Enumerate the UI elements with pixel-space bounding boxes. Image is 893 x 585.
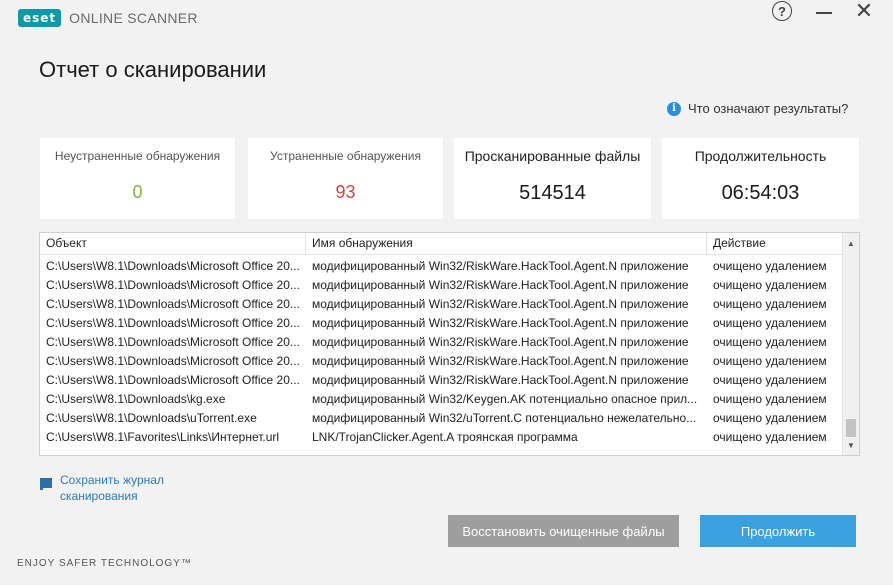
detections-table: Объект Имя обнаружения Действие C:\Users… [39, 232, 860, 456]
cell-object: C:\Users\W8.1\Downloads\Microsoft Office… [46, 335, 300, 349]
stat-value: 514514 [519, 182, 586, 204]
table-row[interactable]: C:\Users\W8.1\Favorites\Links\Интернет.u… [40, 428, 842, 447]
scroll-down-icon[interactable]: ▼ [843, 437, 859, 453]
table-row[interactable]: C:\Users\W8.1\Downloads\Microsoft Office… [40, 333, 842, 352]
info-icon: i [667, 101, 681, 116]
cell-detection: модифицированный Win32/RiskWare.HackTool… [312, 278, 689, 292]
cell-object: C:\Users\W8.1\Downloads\Microsoft Office… [46, 278, 300, 292]
scroll-thumb[interactable] [846, 419, 856, 437]
stat-card-duration: Продолжительность 06:54:03 [662, 138, 859, 219]
cell-detection: модифицированный Win32/Keygen.AK потенци… [312, 392, 698, 406]
table-row[interactable]: C:\Users\W8.1\Downloads\uTorrent.exe моди… [40, 409, 842, 428]
stat-card-resolved: Устраненные обнаружения 93 [248, 138, 443, 219]
table-row[interactable]: C:\Users\W8.1\Downloads\Microsoft Office… [40, 295, 842, 314]
column-header-object[interactable]: Объект [40, 233, 306, 254]
question-circle-icon: ? [772, 1, 792, 21]
footer-tagline: ENJOY SAFER TECHNOLOGY™ [17, 558, 192, 569]
column-header-action[interactable]: Действие [707, 233, 842, 254]
cell-detection: модифицированный Win32/uTorrent.C потенц… [312, 411, 697, 425]
table-row[interactable]: C:\Users\W8.1\Downloads\Microsoft Office… [40, 352, 842, 371]
product-name: ONLINE SCANNER [69, 10, 198, 26]
save-log-icon [40, 478, 52, 494]
restore-cleaned-files-button[interactable]: Восстановить очищенные файлы [448, 515, 679, 547]
cell-action: очищено удалением [713, 354, 827, 368]
stat-label: Продолжительность [694, 148, 827, 164]
cell-object: C:\Users\W8.1\Downloads\Microsoft Office… [46, 297, 300, 311]
cell-detection: модифицированный Win32/RiskWare.HackTool… [312, 297, 689, 311]
cell-object: C:\Users\W8.1\Favorites\Links\Интернет.u… [46, 430, 280, 444]
cell-action: очищено удалением [713, 316, 827, 330]
stat-value: 06:54:03 [721, 182, 800, 204]
logo-badge: eset [18, 9, 62, 27]
cell-object: C:\Users\W8.1\Downloads\Microsoft Office… [46, 373, 300, 387]
cell-object: C:\Users\W8.1\Downloads\Microsoft Office… [46, 354, 300, 368]
minimize-icon [816, 12, 832, 14]
column-header-detection[interactable]: Имя обнаружения [306, 233, 707, 254]
table-row[interactable]: C:\Users\W8.1\Downloads\kg.exe модифициро… [40, 390, 842, 409]
page-title: Отчет о сканировании [39, 57, 267, 82]
eset-logo: eset ONLINE SCANNER [18, 9, 198, 27]
stat-label: Неустраненные обнаружения [54, 149, 221, 163]
cell-action: очищено удалением [713, 335, 827, 349]
cell-action: очищено удалением [713, 297, 827, 311]
help-button[interactable]: ? [768, 0, 796, 22]
table-row[interactable]: C:\Users\W8.1\Downloads\Microsoft Office… [40, 314, 842, 333]
table-header: Объект Имя обнаружения Действие [40, 233, 842, 255]
cell-object: C:\Users\W8.1\Downloads\kg.exe [46, 392, 226, 406]
cell-detection: модифицированный Win32/RiskWare.HackTool… [312, 373, 689, 387]
results-help-link[interactable]: i Что означают результаты? [667, 101, 848, 116]
cell-detection: LNK/TrojanClicker.Agent.A троянская прог… [312, 430, 578, 444]
stat-card-scanned-files: Просканированные файлы 514514 [454, 138, 651, 219]
close-icon: ✕ [854, 0, 874, 23]
stat-label: Устраненные обнаружения [270, 149, 421, 163]
stat-label: Просканированные файлы [464, 148, 641, 164]
cell-object: C:\Users\W8.1\Downloads\uTorrent.exe [46, 411, 257, 425]
cell-action: очищено удалением [713, 392, 827, 406]
cell-action: очищено удалением [713, 259, 827, 273]
stat-value: 0 [132, 182, 143, 202]
cell-action: очищено удалением [713, 278, 827, 292]
continue-button[interactable]: Продолжить [700, 515, 856, 547]
cell-action: очищено удалением [713, 373, 827, 387]
cell-detection: модифицированный Win32/RiskWare.HackTool… [312, 259, 689, 273]
table-scrollbar[interactable]: ▲ ▼ [842, 233, 859, 455]
table-row[interactable]: C:\Users\W8.1\Downloads\Microsoft Office… [40, 257, 842, 276]
cell-object: C:\Users\W8.1\Downloads\Microsoft Office… [46, 259, 300, 273]
cell-object: C:\Users\W8.1\Downloads\Microsoft Office… [46, 316, 300, 330]
table-row[interactable]: C:\Users\W8.1\Downloads\Microsoft Office… [40, 371, 842, 390]
cell-detection: модифицированный Win32/RiskWare.HackTool… [312, 354, 689, 368]
table-body: C:\Users\W8.1\Downloads\Microsoft Office… [40, 257, 842, 447]
cell-action: очищено удалением [713, 411, 827, 425]
scroll-up-icon[interactable]: ▲ [843, 235, 859, 251]
cell-detection: модифицированный Win32/RiskWare.HackTool… [312, 335, 689, 349]
minimize-button[interactable] [810, 0, 838, 22]
cell-detection: модифицированный Win32/RiskWare.HackTool… [312, 316, 689, 330]
save-log-label: Сохранить журнал сканирования [60, 473, 164, 503]
cell-action: очищено удалением [713, 430, 827, 444]
close-button[interactable]: ✕ [850, 0, 878, 23]
stat-card-unresolved: Неустраненные обнаружения 0 [40, 138, 235, 219]
save-scan-log-link[interactable]: Сохранить журнал сканирования [40, 472, 190, 504]
stat-value: 93 [335, 182, 356, 202]
table-row[interactable]: C:\Users\W8.1\Downloads\Microsoft Office… [40, 276, 842, 295]
results-help-label: Что означают результаты? [688, 101, 849, 116]
